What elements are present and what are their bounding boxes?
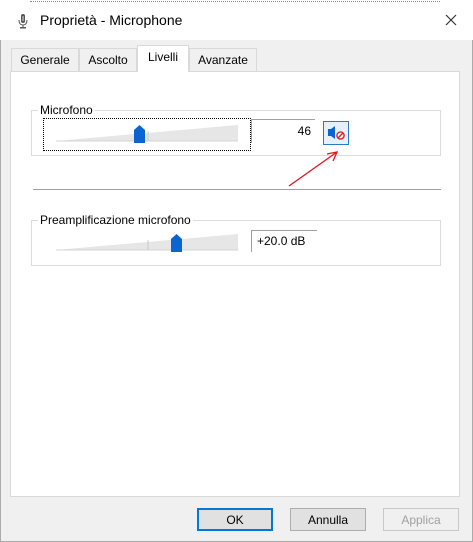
close-button[interactable] — [436, 6, 466, 34]
speaker-mute-icon — [328, 126, 345, 140]
microphone-level-value[interactable]: 46 — [251, 119, 315, 143]
boost-slider[interactable] — [44, 228, 238, 258]
boost-group-label: Preamplificazione microfono — [38, 213, 193, 227]
separator-line — [33, 189, 441, 190]
annotation-arrow — [288, 151, 339, 187]
tab-livelli[interactable]: Livelli — [137, 45, 189, 72]
window-title: Proprietà - Microphone — [40, 12, 183, 28]
microphone-icon — [16, 13, 30, 29]
close-icon — [445, 14, 457, 26]
microphone-level-slider[interactable] — [43, 118, 251, 151]
mute-toggle-button[interactable] — [323, 121, 349, 145]
cancel-button[interactable]: Annulla — [290, 508, 366, 531]
tab-avanzate[interactable]: Avanzate — [189, 48, 257, 71]
tab-ascolto[interactable]: Ascolto — [79, 48, 137, 71]
tab-generale[interactable]: Generale — [11, 48, 79, 71]
boost-value[interactable]: +20.0 dB — [251, 230, 317, 252]
background-window-edge — [30, 0, 440, 3]
microphone-group-label: Microfono — [38, 103, 95, 117]
ok-button[interactable]: OK — [197, 508, 273, 531]
microphone-slider-thumb[interactable] — [134, 125, 146, 143]
boost-slider-thumb[interactable] — [170, 234, 182, 252]
apply-button[interactable]: Applica — [383, 508, 459, 531]
